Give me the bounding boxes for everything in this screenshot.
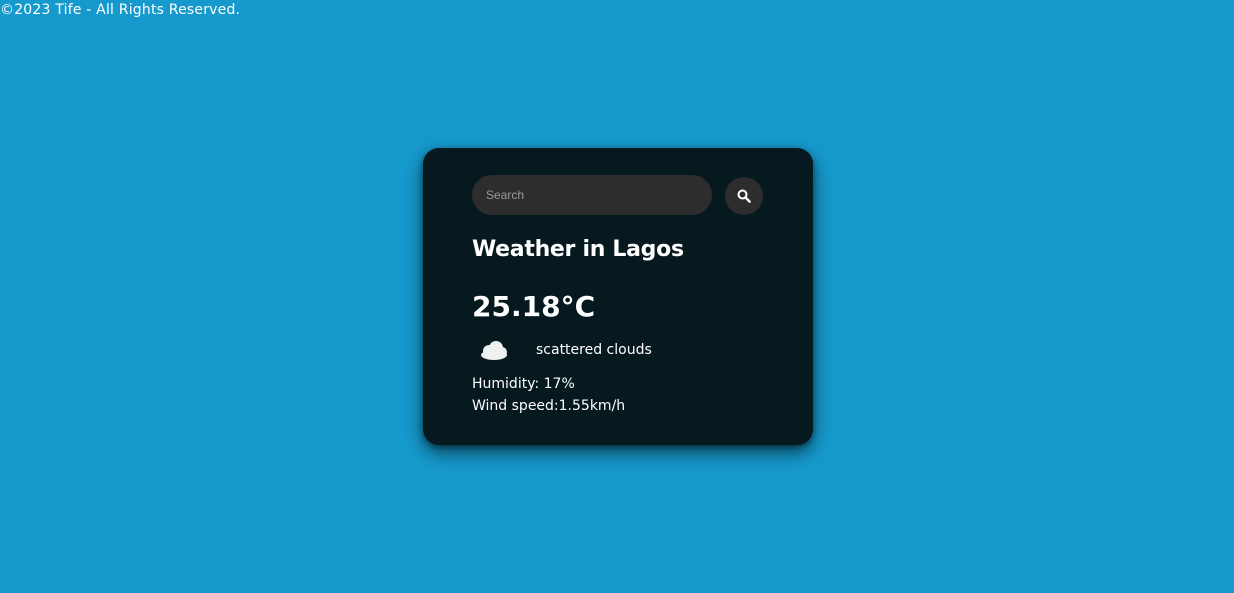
search-icon [737, 189, 751, 203]
copyright-text: ©2023 Tife - All Rights Reserved. [0, 2, 241, 18]
search-button[interactable] [725, 177, 763, 215]
humidity-text: Humidity: 17% [472, 376, 575, 392]
search-input[interactable] [472, 175, 712, 215]
weather-card: Weather in Lagos 25.18°C scattered cloud… [423, 148, 813, 445]
weather-title: Weather in Lagos [472, 237, 684, 262]
cloud-icon [481, 341, 507, 360]
wind-speed-text: Wind speed:1.55km/h [472, 398, 626, 414]
temperature: 25.18°C [472, 290, 596, 323]
weather-description: scattered clouds [536, 342, 652, 358]
